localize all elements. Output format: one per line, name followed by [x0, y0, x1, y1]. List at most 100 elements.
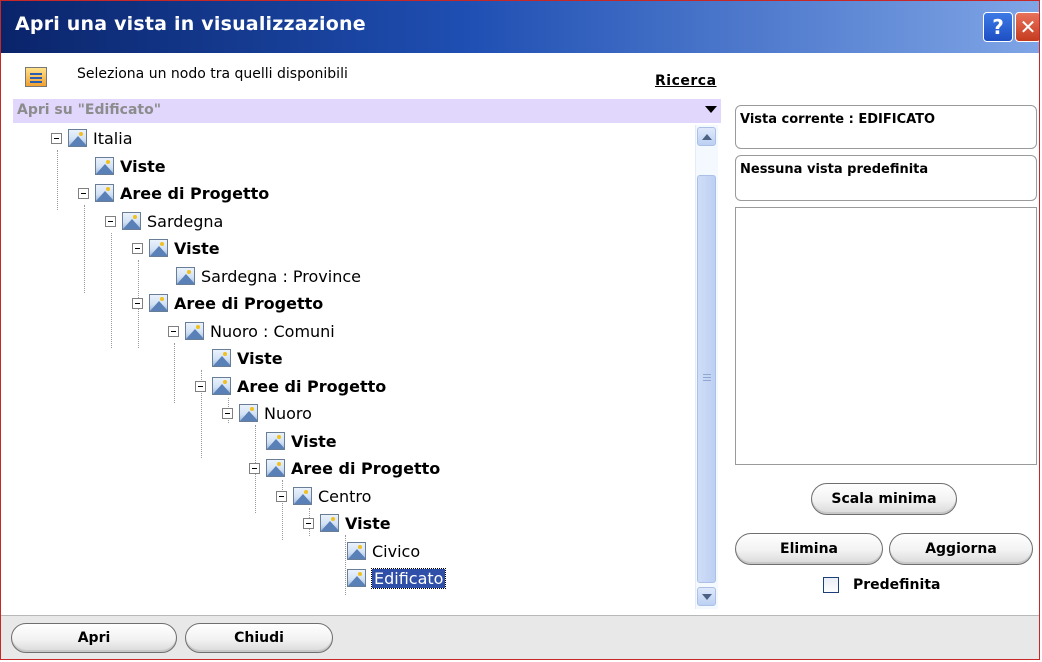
collapse-icon[interactable] [276, 490, 287, 502]
collapse-icon[interactable] [249, 462, 260, 474]
arrow-up-icon [701, 133, 712, 140]
image-node-icon [320, 514, 339, 532]
tree-node-label: Nuoro : Comuni [210, 321, 335, 341]
tree-node-nuoro-comuni[interactable]: Nuoro : Comuni [168, 319, 335, 343]
image-node-icon [68, 129, 87, 147]
ricerca-link[interactable]: Ricerca [655, 73, 717, 89]
info-text: Seleziona un nodo tra quelli disponibili [77, 66, 348, 82]
image-node-icon [239, 404, 258, 422]
image-node-icon [266, 459, 285, 477]
aggiorna-button[interactable]: Aggiorna [889, 533, 1033, 565]
default-view-label: Nessuna vista predefinita [740, 162, 929, 177]
collapse-icon[interactable] [105, 215, 116, 227]
scala-minima-button[interactable]: Scala minima [811, 483, 957, 515]
tree-node-label: Aree di Progetto [120, 183, 270, 203]
chiudi-button[interactable]: Chiudi [185, 623, 333, 653]
tree-node-label: Viste [345, 513, 391, 533]
collapse-icon[interactable] [195, 380, 206, 392]
title-bar: Apri una vista in visualizzazione ? ✕ [1, 1, 1039, 53]
image-node-icon [122, 212, 141, 230]
image-node-icon [347, 569, 366, 587]
tree-node-label: Aree di Progetto [237, 376, 387, 396]
tree-node-aree-di-progetto[interactable]: Aree di Progetto [78, 181, 269, 205]
tree-node-label: Viste [237, 348, 283, 368]
predefinita-checkbox[interactable] [823, 577, 839, 593]
arrow-down-icon [701, 593, 712, 600]
dropdown-arrow-icon[interactable] [705, 106, 717, 113]
image-node-icon [212, 377, 231, 395]
close-icon: ✕ [1019, 15, 1037, 39]
window-title: Apri una vista in visualizzazione [15, 13, 366, 35]
tree-node-aree-di-progetto[interactable]: Aree di Progetto [132, 291, 323, 315]
tree-node-centro[interactable]: Centro [276, 484, 371, 508]
tree-header-label: Apri su "Edificato" [17, 102, 162, 118]
tree-info-icon [25, 67, 47, 87]
tree-node-label: Aree di Progetto [174, 293, 324, 313]
tree-node-viste[interactable]: Viste [303, 511, 391, 535]
default-view-box: Nessuna vista predefinita [735, 155, 1037, 201]
apri-button[interactable]: Apri [11, 623, 177, 653]
tree-node-label: Aree di Progetto [291, 458, 441, 478]
collapse-icon[interactable] [78, 187, 89, 199]
tree-node-italia[interactable]: Italia [51, 126, 133, 150]
tree-node-aree-di-progetto[interactable]: Aree di Progetto [195, 374, 386, 398]
current-view-box: Vista corrente : EDIFICATO [735, 105, 1037, 149]
tree-connector [57, 150, 58, 210]
tree-node-viste[interactable]: Viste [266, 429, 337, 453]
tree-node-label: Viste [291, 431, 337, 451]
tree-node-civico[interactable]: Civico [347, 539, 420, 563]
collapse-icon[interactable] [303, 517, 314, 529]
tree-node-label: Viste [174, 238, 220, 258]
scroll-up-button[interactable] [697, 127, 716, 146]
tree-node-label: Civico [372, 541, 421, 561]
current-view-label: Vista corrente : EDIFICATO [740, 112, 936, 127]
tree-node-label-selected: Edificato [370, 567, 447, 589]
collapse-icon[interactable] [168, 325, 179, 337]
tree-node-viste[interactable]: Viste [212, 346, 283, 370]
dialog-window: Apri una vista in visualizzazione ? ✕ Se… [0, 0, 1040, 660]
help-icon: ? [992, 15, 1004, 39]
tree-node-label: Italia [93, 128, 133, 148]
image-node-icon [176, 267, 195, 285]
tree-node-viste[interactable]: Viste [132, 236, 220, 260]
image-node-icon [185, 322, 204, 340]
predefinita-label: Predefinita [853, 577, 941, 593]
image-node-icon [95, 157, 114, 175]
help-button[interactable]: ? [983, 12, 1013, 42]
image-node-icon [149, 239, 168, 257]
elimina-button[interactable]: Elimina [735, 533, 883, 565]
grip-icon [703, 374, 711, 375]
image-node-icon [95, 184, 114, 202]
image-node-icon [266, 432, 285, 450]
tree-node-viste[interactable]: Viste [95, 154, 166, 178]
tree-node-sardegna-province[interactable]: Sardegna : Province [176, 264, 361, 288]
tree-connector [84, 205, 85, 293]
collapse-icon[interactable] [222, 407, 233, 419]
scroll-thumb[interactable] [697, 175, 716, 583]
tree-node-label: Sardegna : Province [201, 266, 361, 286]
image-node-icon [293, 487, 312, 505]
tree-node-edificato[interactable]: Edificato [347, 566, 447, 590]
tree-view[interactable]: Italia Viste Aree di Progetto Sardegna V… [13, 123, 693, 611]
collapse-icon[interactable] [51, 132, 62, 144]
tree-node-sardegna[interactable]: Sardegna [105, 209, 223, 233]
tree-node-label: Viste [120, 156, 166, 176]
image-node-icon [347, 542, 366, 560]
tree-connector [174, 343, 175, 403]
collapse-icon[interactable] [132, 297, 143, 309]
tree-connector [345, 535, 346, 595]
image-node-icon [212, 349, 231, 367]
tree-node-label: Centro [318, 486, 372, 506]
tree-node-label: Sardegna [147, 211, 224, 231]
tree-connector [111, 233, 112, 348]
image-node-icon [149, 294, 168, 312]
tree-node-aree-di-progetto[interactable]: Aree di Progetto [249, 456, 440, 480]
tree-node-nuoro[interactable]: Nuoro [222, 401, 312, 425]
views-list[interactable] [735, 207, 1037, 465]
tree-node-label: Nuoro [264, 403, 312, 423]
tree-header[interactable]: Apri su "Edificato" [13, 99, 721, 123]
collapse-icon[interactable] [132, 242, 143, 254]
tree-scrollbar[interactable] [695, 125, 718, 609]
close-button[interactable]: ✕ [1015, 12, 1039, 42]
scroll-down-button[interactable] [697, 587, 716, 606]
